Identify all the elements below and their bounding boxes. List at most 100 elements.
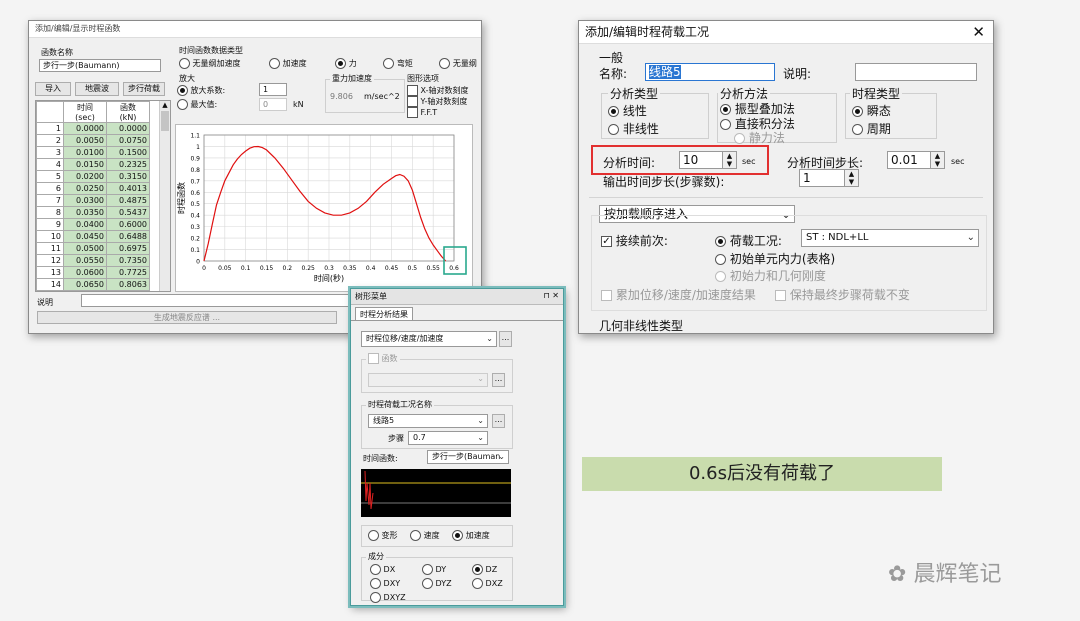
component-dxz[interactable]: DXZ: [472, 578, 503, 589]
time-function-select[interactable]: 步行一步(Bauman ⌄: [427, 450, 509, 464]
result-type-select[interactable]: 时程位移/速度/加速度 ⌄: [361, 331, 497, 347]
gravity-value[interactable]: 9.806: [330, 92, 353, 101]
history-transient-option[interactable]: 瞬态: [852, 102, 891, 119]
value-cell[interactable]: 0.2325: [106, 158, 150, 171]
time-cell[interactable]: 0.0250: [63, 182, 107, 195]
value-cell[interactable]: 0.7350: [106, 254, 150, 267]
analysis-nonlinear-option[interactable]: 非线性: [608, 120, 659, 137]
mode-acceleration[interactable]: 加速度: [452, 530, 490, 541]
value-cell[interactable]: 0.5437: [106, 206, 150, 219]
component-dxy[interactable]: DXY: [370, 578, 400, 589]
time-cell[interactable]: 0.0550: [63, 254, 107, 267]
time-step-input[interactable]: 0.01 ▲ ▼: [887, 151, 945, 169]
description-input[interactable]: [855, 63, 977, 81]
name-input[interactable]: 线路5: [645, 63, 775, 81]
continue-load-case-select[interactable]: ST : NDL+LL ⌄: [801, 229, 979, 247]
time-cell[interactable]: 0.0600: [63, 266, 107, 279]
load-case-select[interactable]: 线路5 ⌄: [368, 414, 488, 428]
step-select[interactable]: 0.7 ⌄: [408, 431, 488, 445]
generate-spectrum-button[interactable]: 生成地震反应谱 ...: [37, 311, 337, 324]
time-cell[interactable]: 0.0150: [63, 158, 107, 171]
component-dxyz[interactable]: DXYZ: [370, 592, 406, 603]
value-cell[interactable]: 0.8063: [106, 278, 150, 291]
value-cell[interactable]: 0.1500: [106, 146, 150, 159]
component-dx[interactable]: DX: [370, 564, 395, 575]
time-cell[interactable]: 0.0500: [63, 242, 107, 255]
time-cell[interactable]: 0.0400: [63, 218, 107, 231]
time-cell[interactable]: 0.0450: [63, 230, 107, 243]
value-cell[interactable]: 0.3150: [106, 170, 150, 183]
data-type-force[interactable]: 力: [335, 58, 357, 69]
data-type-dimensionless-acc[interactable]: 无量纲加速度: [179, 58, 241, 69]
table-row[interactable]: 1 0.0000 0.0000: [36, 122, 150, 135]
y-log-option[interactable]: Y-轴对数刻度: [407, 96, 469, 107]
close-icon[interactable]: ✕: [972, 21, 985, 43]
function-name-input[interactable]: 步行一步(Baumann): [39, 59, 161, 72]
data-type-moment[interactable]: 弯矩: [383, 58, 413, 69]
tab-time-history-results[interactable]: 时程分析结果: [355, 307, 413, 321]
amp-factor-option[interactable]: 放大系数:: [177, 85, 225, 96]
time-cell[interactable]: 0.0100: [63, 146, 107, 159]
table-row[interactable]: 3 0.0100 0.1500: [36, 146, 150, 159]
value-cell[interactable]: 0.4875: [106, 194, 150, 207]
data-type-dimensionless[interactable]: 无量纲: [439, 58, 477, 69]
time-cell[interactable]: 0.0300: [63, 194, 107, 207]
fft-option[interactable]: F.F.T: [407, 107, 469, 118]
table-row[interactable]: 8 0.0350 0.5437: [36, 206, 150, 219]
pin-close-icons[interactable]: ⊓ ✕: [544, 291, 560, 300]
mode-displacement[interactable]: 变形: [368, 530, 398, 541]
function-checkbox[interactable]: 函数: [366, 353, 400, 364]
time-cell[interactable]: 0.0350: [63, 206, 107, 219]
earthquake-wave-button[interactable]: 地震波: [75, 82, 119, 96]
value-cell[interactable]: 0.6000: [106, 218, 150, 231]
keep-final-load-checkbox[interactable]: 保持最终步骤荷载不变: [775, 286, 910, 303]
mode-velocity[interactable]: 速度: [410, 530, 440, 541]
time-cell[interactable]: 0.0650: [63, 278, 107, 291]
value-cell[interactable]: 0.0750: [106, 134, 150, 147]
function-table[interactable]: 时间 (sec) 函数 (kN) 1 0.0000 0.0000 2 0.0050 0.075…: [35, 100, 171, 292]
function-select[interactable]: ⌄: [368, 373, 488, 387]
table-row[interactable]: 9 0.0400 0.6000: [36, 218, 150, 231]
table-row[interactable]: 2 0.0050 0.0750: [36, 134, 150, 147]
value-cell[interactable]: 0.6488: [106, 230, 150, 243]
spin-buttons-icon[interactable]: ▲ ▼: [844, 170, 858, 186]
value-cell[interactable]: 0.0000: [106, 122, 150, 135]
table-row[interactable]: 7 0.0300 0.4875: [36, 194, 150, 207]
accumulate-results-checkbox[interactable]: 累加位移/速度/加速度结果: [601, 286, 756, 303]
initial-stiffness-option[interactable]: 初始力和几何刚度: [715, 267, 826, 284]
component-dy[interactable]: DY: [422, 564, 446, 575]
value-cell[interactable]: 0.6975: [106, 242, 150, 255]
table-row[interactable]: 4 0.0150 0.2325: [36, 158, 150, 171]
component-dz[interactable]: DZ: [472, 564, 497, 575]
max-value-input[interactable]: 0: [259, 98, 287, 111]
time-cell[interactable]: 0.0200: [63, 170, 107, 183]
load-case-more-button[interactable]: ...: [492, 414, 505, 428]
initial-force-option[interactable]: 初始单元内力(表格): [715, 250, 835, 267]
component-dyz[interactable]: DYZ: [422, 578, 452, 589]
table-row[interactable]: 10 0.0450 0.6488: [36, 230, 150, 243]
history-periodic-option[interactable]: 周期: [852, 120, 891, 137]
table-row[interactable]: 12 0.0550 0.7350: [36, 254, 150, 267]
value-cell[interactable]: 0.7725: [106, 266, 150, 279]
data-type-acc[interactable]: 加速度: [269, 58, 307, 69]
value-cell[interactable]: 0.4013: [106, 182, 150, 195]
spin-buttons-icon[interactable]: ▲ ▼: [930, 152, 944, 168]
amp-factor-input[interactable]: 1: [259, 83, 287, 96]
time-cell[interactable]: 0.0000: [63, 122, 107, 135]
x-log-option[interactable]: X-轴对数刻度: [407, 85, 469, 96]
table-row[interactable]: 11 0.0500 0.6975: [36, 242, 150, 255]
method-static-option[interactable]: 静力法: [734, 129, 785, 146]
table-scrollbar[interactable]: ▲: [159, 101, 170, 291]
table-row[interactable]: 5 0.0200 0.3150: [36, 170, 150, 183]
load-case-option[interactable]: 荷载工况:: [715, 232, 782, 249]
function-more-button[interactable]: ...: [492, 373, 505, 387]
analysis-linear-option[interactable]: 线性: [608, 102, 647, 119]
result-type-more-button[interactable]: ...: [499, 331, 512, 347]
time-cell[interactable]: 0.0050: [63, 134, 107, 147]
walking-load-button[interactable]: 步行荷载: [123, 82, 165, 96]
table-row[interactable]: 14 0.0650 0.8063: [36, 278, 150, 291]
import-button[interactable]: 导入: [35, 82, 71, 96]
max-value-option[interactable]: 最大值:: [177, 99, 217, 110]
continue-checkbox[interactable]: ✓ 接续前次:: [601, 232, 668, 249]
table-row[interactable]: 13 0.0600 0.7725: [36, 266, 150, 279]
